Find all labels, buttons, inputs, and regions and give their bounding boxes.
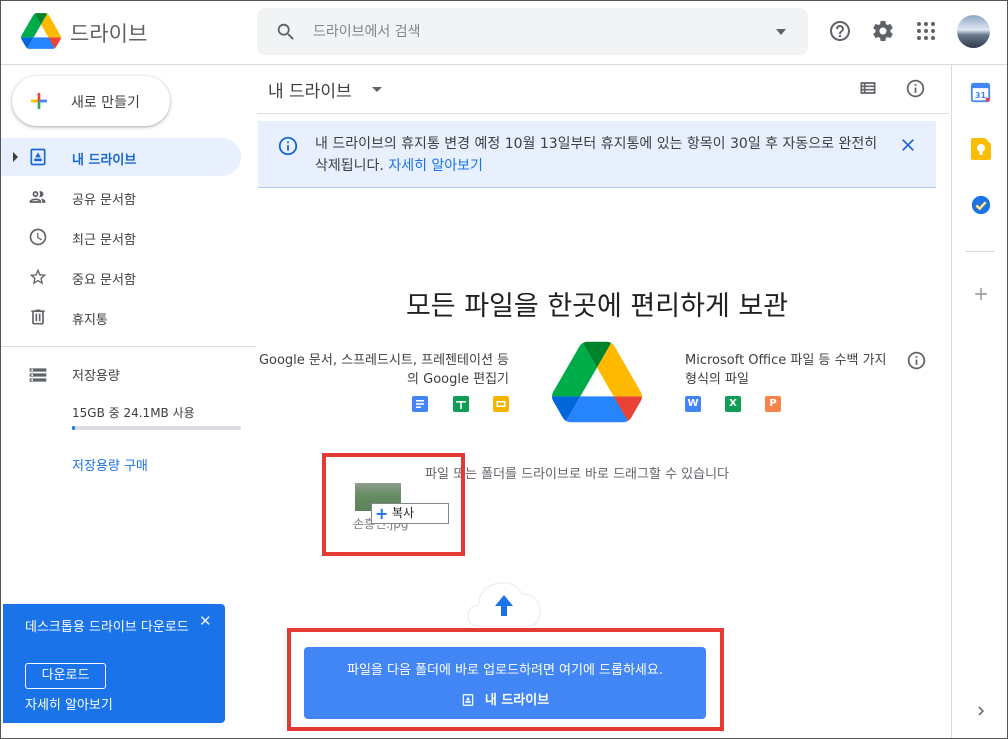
search-icon[interactable] [275,21,297,43]
info-icon[interactable] [906,350,927,371]
desktop-download-promo: 데스크톱용 드라이브 다운로드 ✕ 다운로드 자세히 알아보기 [3,604,225,723]
sidebar-item-label: 중요 문서함 [72,273,136,288]
trash-icon [31,309,45,325]
promo-title: 데스크톱용 드라이브 다운로드 [25,620,189,635]
new-button-label: 새로 만들기 [71,95,140,111]
learn-more-link[interactable]: 자세히 알아보기 [25,694,113,713]
notice-text: 내 드라이브의 휴지통 변경 예정 10월 13일부터 휴지통에 있는 항목이 … [315,133,885,177]
main-divider [257,113,949,114]
search-options-chevron-icon[interactable] [776,29,786,35]
storage-progress-bar [72,426,241,430]
sheets-icon [453,396,469,412]
drive-logo-icon[interactable] [21,13,61,49]
drive-logo-icon [552,341,642,423]
docs-icon [412,396,428,412]
tasks-icon[interactable] [970,194,992,216]
apps-grid-icon[interactable] [914,19,938,43]
google-editors-desc: Google 문서, 스프레드시트, 프레젠테이션 등의 Google 편집기 [258,353,509,387]
storage-icon [29,368,47,382]
keep-icon[interactable] [971,138,991,160]
search-bar[interactable] [257,8,808,55]
star-icon [29,268,47,285]
plus-icon [31,93,47,109]
drag-hint-text: 파일 또는 폴더를 드라이브로 바로 드래그할 수 있습니다 [425,467,730,482]
my-drive-icon [30,148,46,166]
sidebar-item-starred[interactable]: 중요 문서함 [1,258,241,296]
page-title[interactable]: 내 드라이브 [268,77,352,102]
sidebar-item-shared[interactable]: 공유 문서함 [1,178,241,216]
info-icon[interactable] [905,78,926,99]
upload-cloud-icon [467,582,541,627]
sidebar-item-trash[interactable]: 휴지통 [1,298,241,336]
side-panel-rail [951,65,1007,738]
highlight-box-drop-zone [287,628,724,731]
sidebar-item-label: 내 드라이브 [72,153,137,168]
sidebar-item-recent[interactable]: 최근 문서함 [1,218,241,256]
storage-progress-fill [72,426,75,430]
sidebar-item-my-drive[interactable]: 내 드라이브 [1,138,241,176]
chevron-right-icon[interactable] [972,702,990,720]
settings-icon[interactable] [871,19,895,43]
list-view-icon[interactable] [858,78,878,98]
search-input[interactable] [313,20,743,44]
avatar[interactable] [957,15,990,48]
page-title-chevron-icon[interactable] [372,87,382,92]
rail-divider [965,251,995,252]
highlight-box-dragged-file [322,453,465,556]
office-files-desc: Microsoft Office 파일 등 수백 가지 형식의 파일 [685,353,887,387]
storage-label[interactable]: 저장용량 [72,365,120,384]
svg-text:31: 31 [975,91,986,100]
drive-window: 드라이브 새로 만들기 내 드라이브 공유 문서함 최근 문서함 중요 문서함 [0,0,1008,739]
sidebar-item-label: 공유 문서함 [72,193,136,208]
app-name: 드라이브 [70,22,148,46]
close-icon[interactable] [898,135,918,155]
sidebar-item-label: 휴지통 [72,313,108,328]
buy-storage-link[interactable]: 저장용량 구매 [72,455,148,474]
download-button[interactable]: 다운로드 [25,663,106,689]
excel-icon: X [725,396,741,412]
new-button[interactable]: 새로 만들기 [12,76,170,126]
storage-used-text: 15GB 중 24.1MB 사용 [72,406,195,420]
info-icon [278,136,298,156]
help-icon[interactable] [828,19,852,43]
slides-icon [493,396,509,412]
close-icon[interactable]: ✕ [199,612,212,630]
notice-learn-more-link[interactable]: 자세히 알아보기 [388,158,483,174]
sidebar-divider [1,346,256,347]
clock-icon [29,228,47,246]
empty-state-title: 모든 파일을 한곳에 편리하게 보관 [405,291,789,322]
sidebar-item-label: 최근 문서함 [72,233,136,248]
word-icon: W [685,396,701,412]
top-bar: 드라이브 [1,1,1007,65]
add-icon[interactable] [971,284,991,304]
calendar-icon[interactable]: 31 [970,82,991,103]
shared-icon [29,191,46,203]
trash-policy-notice: 내 드라이브의 휴지통 변경 예정 10월 13일부터 휴지통에 있는 항목이 … [258,121,936,188]
powerpoint-icon: P [765,396,781,412]
expand-arrow-icon[interactable] [13,152,18,162]
